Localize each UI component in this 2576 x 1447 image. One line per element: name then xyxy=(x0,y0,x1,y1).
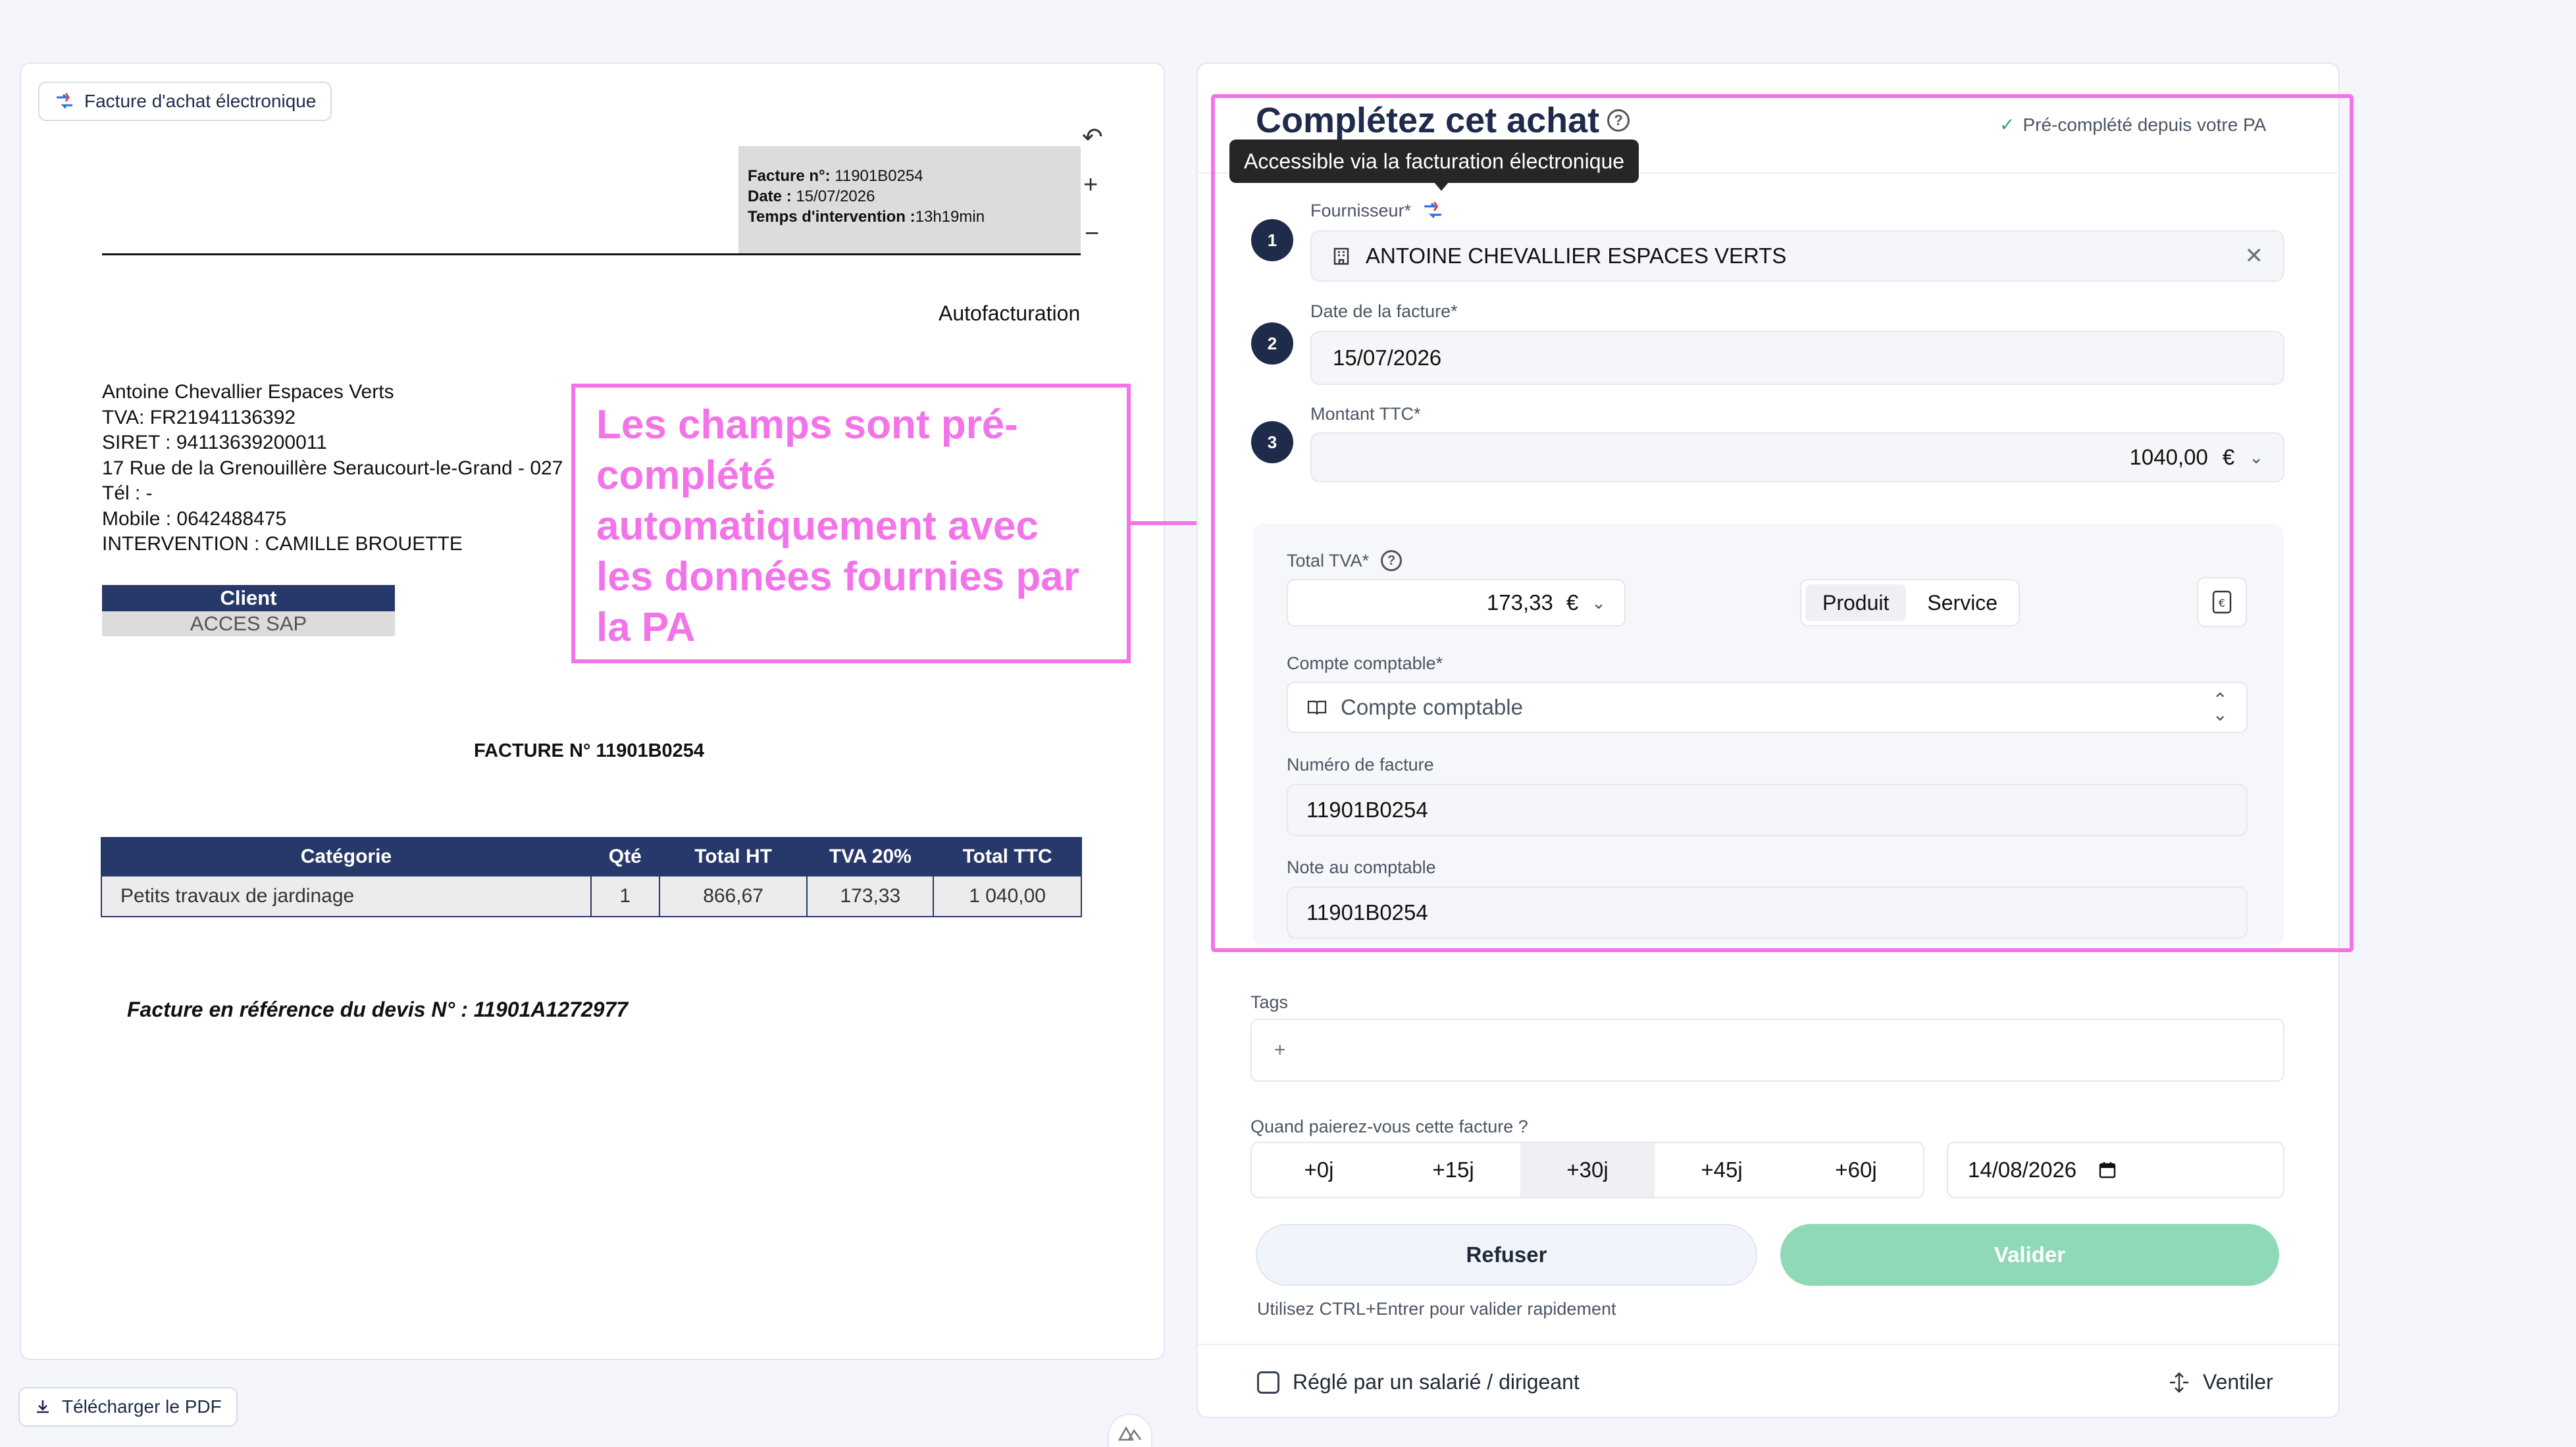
client-box: Client ACCES SAP xyxy=(102,585,395,636)
tags-input[interactable]: + xyxy=(1250,1019,2284,1082)
client-label: Client xyxy=(102,585,395,611)
supplier-line: TVA: FR21941136392 xyxy=(102,406,296,428)
supplier-line: SIRET : 94113639200011 xyxy=(102,432,327,453)
quote-reference: Facture en référence du devis N° : 11901… xyxy=(127,998,629,1021)
table-cell: 1 xyxy=(590,875,660,917)
intervention-time-value: 13h19min xyxy=(915,208,985,226)
e-invoice-badge: Facture d'achat électronique xyxy=(38,82,332,121)
validate-button[interactable]: Valider xyxy=(1780,1224,2279,1286)
supplier-line: Mobile : 0642488475 xyxy=(102,507,287,530)
ventiler-button[interactable]: Ventiler xyxy=(2167,1370,2273,1394)
table-cell: 173,33 xyxy=(806,875,935,917)
payment-date-value: 14/08/2026 xyxy=(1968,1157,2077,1182)
payment-delay-group[interactable]: +0j +15j +30j +45j +60j xyxy=(1250,1142,1924,1198)
refuse-button[interactable]: Refuser xyxy=(1256,1224,1757,1286)
payment-delay-option[interactable]: +30j xyxy=(1520,1143,1655,1197)
facture-date-label: Date : xyxy=(748,188,792,205)
payment-delay-option[interactable]: +0j xyxy=(1252,1143,1386,1197)
paid-by-label: Réglé par un salarié / dirigeant xyxy=(1293,1370,1580,1394)
intervention-time-label: Temps d'intervention : xyxy=(748,208,915,226)
tags-label: Tags xyxy=(1250,992,1289,1012)
ventiler-label: Ventiler xyxy=(2203,1370,2273,1394)
facture-date-value: 15/07/2026 xyxy=(796,188,875,205)
autofacturation-label: Autofacturation xyxy=(939,301,1081,325)
invoice-table: Catégorie Qté Total HT TVA 20% Total TTC… xyxy=(101,837,1082,917)
supplier-line: 17 Rue de la Grenouillère Seraucourt-le-… xyxy=(102,457,563,479)
table-cell: 866,67 xyxy=(658,875,808,917)
download-pdf-button[interactable]: Télécharger le PDF xyxy=(18,1387,238,1427)
add-tag-icon[interactable]: + xyxy=(1274,1039,1286,1061)
download-pdf-label: Télécharger le PDF xyxy=(62,1396,222,1417)
payment-delay-option[interactable]: +60j xyxy=(1789,1143,1923,1197)
supplier-block: Antoine Chevallier Espaces Verts TVA: FR… xyxy=(102,380,563,557)
column-header: Total TTC xyxy=(933,837,1082,876)
download-icon xyxy=(37,1400,49,1413)
table-cell: 1 040,00 xyxy=(933,875,1082,917)
payment-delay-option[interactable]: +15j xyxy=(1386,1143,1520,1197)
table-cell: Petits travaux de jardinage xyxy=(101,875,592,917)
annotation-callout: Les champs sont pré-complété automatique… xyxy=(571,384,1131,663)
paid-by-checkbox[interactable] xyxy=(1257,1371,1279,1394)
facture-number-value: 11901B0254 xyxy=(835,167,923,185)
invoice-divider xyxy=(102,253,1081,255)
facture-title: FACTURE N° 11901B0254 xyxy=(473,740,705,761)
column-header: Catégorie xyxy=(101,837,592,876)
e-invoice-badge-label: Facture d'achat électronique xyxy=(84,91,317,111)
column-header: Qté xyxy=(590,837,660,876)
facture-number-label: Facture n°: xyxy=(748,167,831,185)
annotation-highlight-frame xyxy=(1211,94,2354,952)
payment-label: Quand paierez-vous cette facture ? xyxy=(1250,1117,1528,1136)
invoice-header-box: Facture n°: 11901B0254 Date : 15/07/2026… xyxy=(738,146,1081,253)
payment-date-input[interactable]: 14/08/2026 xyxy=(1947,1142,2284,1198)
supplier-line: Tél : - xyxy=(102,482,153,504)
payment-delay-option[interactable]: +45j xyxy=(1655,1143,1789,1197)
pdf-viewer-panel xyxy=(20,63,1165,1360)
calendar-icon[interactable] xyxy=(2098,1160,2117,1180)
supplier-line: INTERVENTION : CAMILLE BROUETTE xyxy=(102,533,463,555)
column-header: Total HT xyxy=(658,837,808,876)
table-header-row: Catégorie Qté Total HT TVA 20% Total TTC xyxy=(101,837,1082,876)
paid-by-employee-row[interactable]: Réglé par un salarié / dirigeant xyxy=(1257,1370,1580,1394)
shortcut-hint: Utilisez CTRL+Entrer pour valider rapide… xyxy=(1257,1299,1616,1319)
app-logo-icon[interactable] xyxy=(1108,1413,1152,1447)
footer-divider xyxy=(1198,1344,2338,1345)
rotate-icon[interactable]: ↶ xyxy=(1082,125,1103,150)
zoom-out-icon[interactable]: − xyxy=(1085,221,1099,246)
client-value: ACCES SAP xyxy=(102,611,395,636)
zoom-in-icon[interactable]: + xyxy=(1083,172,1098,197)
supplier-line: Antoine Chevallier Espaces Verts xyxy=(102,381,394,403)
column-header: TVA 20% xyxy=(806,837,935,876)
split-icon xyxy=(2170,1371,2188,1393)
e-invoice-icon xyxy=(57,93,72,109)
table-row: Petits travaux de jardinage 1 866,67 173… xyxy=(101,875,1082,917)
annotation-text: Les champs sont pré-complété automatique… xyxy=(596,402,1079,650)
